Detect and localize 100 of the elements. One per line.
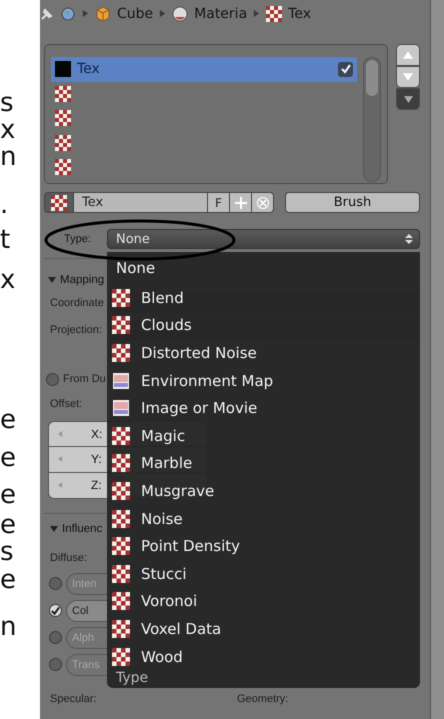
checker-icon [112,344,130,362]
diffuse-label: Diffuse: [50,552,88,564]
checker-icon [55,86,71,102]
updown-icon [405,233,413,246]
text-fragment: . [0,192,10,218]
menu-item[interactable]: Image or Movie [107,394,420,422]
menu-item[interactable]: Stucci [107,560,420,588]
menu-item[interactable]: Magic [107,422,420,450]
section-header[interactable]: Influenc [62,523,102,536]
checkbox[interactable] [49,631,62,644]
texture-name-field[interactable]: Tex [74,192,208,214]
checker-icon [266,6,282,22]
checker-icon [55,110,71,126]
left-arrow-icon [57,430,63,437]
breadcrumb-arrow-icon [159,10,166,18]
sphere-icon [172,6,188,22]
brush-button[interactable]: Brush [285,192,420,214]
specials-menu-button[interactable] [396,88,420,110]
texture-slot-row[interactable]: Tex [51,57,357,82]
breadcrumb-arrow-icon [82,10,89,18]
checker-icon [112,564,130,583]
text-fragment: x [0,117,16,143]
checker-icon [112,482,130,500]
menu-title: Type [115,670,150,686]
image-icon [112,372,130,390]
collapse-triangle-icon[interactable] [50,525,58,534]
menu-item[interactable]: Marble [107,450,420,478]
unlink-button[interactable] [252,192,274,214]
text-fragment: e [0,567,17,593]
left-arrow-icon [57,456,63,462]
breadcrumb-item[interactable]: Cube [117,6,154,22]
menu-item[interactable]: Distorted Noise [107,339,420,367]
checker-icon [112,620,130,638]
plus-icon [234,196,246,209]
menu-item[interactable]: Point Density [107,532,420,560]
menu-item[interactable]: Clouds [107,312,420,340]
breadcrumb-arrow-icon [253,10,260,18]
checker-icon [112,648,130,666]
type-label: Type: [63,233,92,246]
down-arrow-icon [403,72,413,82]
text-fragment: n [0,144,18,170]
checker-icon [112,510,130,528]
checker-icon [112,537,130,556]
from-dupli-label: From Du [63,373,106,386]
checker-icon [55,159,71,176]
move-up-button[interactable] [396,44,420,66]
offset-label: Offset: [50,398,82,410]
globe-icon[interactable] [60,6,76,22]
menu-item[interactable]: Noise [107,504,420,532]
text-fragment: s [0,539,15,565]
collapse-triangle-icon[interactable] [48,276,56,284]
left-arrow-icon [57,482,63,488]
checkbox[interactable] [338,62,353,77]
checkbox[interactable] [46,372,59,386]
text-fragment: e [0,445,17,471]
breadcrumb-item[interactable]: Materia [194,6,248,22]
menu-item[interactable]: Blend [107,284,420,312]
coordinates-label: Coordinate [50,297,105,310]
checkbox[interactable] [49,577,62,590]
texture-browse-button[interactable] [44,192,74,214]
text-fragment: e [0,482,17,508]
menu-item[interactable]: Wood [107,642,420,670]
checkbox[interactable] [49,658,62,672]
checkbox[interactable] [49,604,62,618]
geometry-label: Geometry: [237,692,288,705]
down-arrow-icon [404,94,412,104]
checker-icon [112,592,130,610]
checker-icon [112,288,130,307]
menu-item[interactable]: Musgrave [107,477,420,505]
projection-label: Projection: [50,324,103,336]
scrollbar[interactable] [363,57,381,182]
text-fragment: n [0,614,18,640]
checker-icon [112,426,130,445]
text-fragment: s [0,90,15,116]
checker-icon [112,316,130,334]
text-fragment: e [0,407,17,433]
breadcrumb-item[interactable]: Tex [288,6,311,22]
section-header[interactable]: Mapping [60,274,104,286]
pin-icon[interactable] [40,6,54,21]
up-arrow-icon [403,50,413,60]
cube-icon [95,6,111,22]
specular-label: Specular: [50,692,98,705]
move-down-button[interactable] [396,66,420,88]
menu-item[interactable]: None [107,252,420,284]
menu-item[interactable]: Voxel Data [107,615,420,643]
close-icon [256,196,268,209]
menu-item[interactable]: Environment Map [107,366,420,394]
new-texture-button[interactable] [230,192,252,214]
text-fragment: x [0,267,16,293]
fake-user-button[interactable]: F [208,192,230,214]
menu-item[interactable]: Voronoi [107,588,420,616]
swatch-icon [55,61,71,78]
text-fragment: e [0,512,17,538]
image-icon [112,399,130,418]
slot-name: Tex [77,61,101,78]
scrollbar-thumb[interactable] [366,60,378,96]
text-fragment: t [0,227,12,253]
type-dropdown[interactable]: None [107,229,420,250]
checker-icon [51,194,67,211]
scrollbar[interactable] [430,0,444,719]
